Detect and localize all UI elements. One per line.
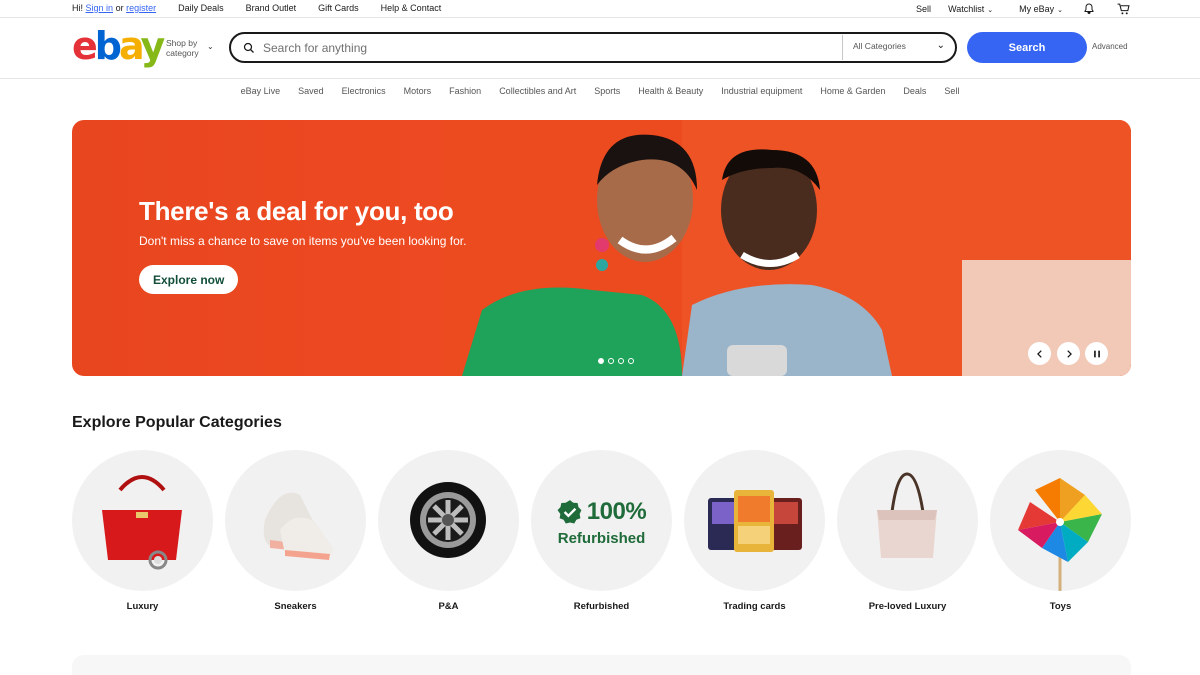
search-input[interactable] — [263, 39, 823, 56]
category-image — [72, 450, 213, 591]
nav-item-electronics[interactable]: Electronics — [333, 86, 395, 96]
nav-item-collectibles[interactable]: Collectibles and Art — [490, 86, 585, 96]
category-pa[interactable]: P&A — [378, 450, 519, 612]
category-sneakers[interactable]: Sneakers — [225, 450, 366, 612]
category-image — [225, 450, 366, 591]
top-utility-bar: Hi! Sign in or register Daily Deals Bran… — [0, 0, 1200, 18]
chevron-left-icon — [1036, 349, 1042, 358]
category-label: Toys — [1049, 601, 1072, 612]
carousel-dots — [598, 358, 634, 364]
bell-icon[interactable] — [1083, 3, 1095, 15]
explore-now-button[interactable]: Explore now — [139, 265, 239, 294]
nav-item-health-beauty[interactable]: Health & Beauty — [629, 86, 712, 96]
carousel-dot[interactable] — [608, 358, 614, 364]
shop-by-category-button[interactable]: Shop by category ⌄ — [166, 38, 214, 58]
chevron-down-icon: ⌄ — [1057, 7, 1063, 14]
hero-title: There's a deal for you, too — [139, 196, 454, 226]
category-label: Pre-loved Luxury — [868, 601, 947, 612]
carousel-dot[interactable] — [598, 358, 604, 364]
nav-item-fashion[interactable]: Fashion — [440, 86, 490, 96]
chevron-down-icon: ⌄ — [207, 42, 214, 51]
brand-outlet-link[interactable]: Brand Outlet — [246, 3, 297, 13]
watchlist-link[interactable]: Watchlist ⌄ — [948, 4, 993, 14]
carousel-dot[interactable] — [628, 358, 634, 364]
next-section-panel — [72, 655, 1131, 675]
sell-link[interactable]: Sell — [916, 4, 931, 14]
nav-item-sell[interactable]: Sell — [935, 86, 968, 96]
refurbished-badge: 100% Refurbished — [557, 498, 647, 547]
nav-item-home-garden[interactable]: Home & Garden — [811, 86, 894, 96]
category-nav: eBay Live Saved Electronics Motors Fashi… — [0, 86, 1200, 96]
category-refurbished[interactable]: 100% Refurbished Refurbished — [531, 450, 672, 612]
category-image — [990, 450, 1131, 591]
nav-item-industrial[interactable]: Industrial equipment — [712, 86, 811, 96]
carousel-prev-button[interactable] — [1028, 342, 1051, 365]
cart-icon[interactable] — [1117, 3, 1130, 15]
nav-item-ebay-live[interactable]: eBay Live — [232, 86, 290, 96]
category-image — [684, 450, 825, 591]
search-button[interactable]: Search — [967, 32, 1087, 63]
hero-photo — [442, 120, 1131, 376]
category-label: Refurbished — [573, 601, 630, 612]
category-label: P&A — [438, 601, 459, 612]
category-select[interactable]: All Categories ⌄ — [853, 40, 949, 51]
search-icon — [243, 41, 255, 59]
my-ebay-link[interactable]: My eBay ⌄ — [1019, 4, 1063, 14]
nav-item-motors[interactable]: Motors — [395, 86, 441, 96]
nav-item-saved[interactable]: Saved — [289, 86, 333, 96]
category-luxury[interactable]: Luxury — [72, 450, 213, 612]
gift-cards-link[interactable]: Gift Cards — [318, 3, 359, 13]
check-badge-icon — [557, 500, 582, 524]
ebay-logo[interactable]: ebay — [72, 26, 165, 66]
category-pre-loved-luxury[interactable]: Pre-loved Luxury — [837, 450, 978, 612]
carousel-next-button[interactable] — [1057, 342, 1080, 365]
search-bar: All Categories ⌄ — [229, 32, 957, 63]
greeting: Hi! Sign in or register — [72, 3, 157, 13]
chevron-down-icon: ⌄ — [987, 7, 994, 14]
category-image: 100% Refurbished — [531, 450, 672, 591]
hero-banner[interactable]: There's a deal for you, too Don't miss a… — [72, 120, 1131, 376]
header: ebay Shop by category ⌄ All Categories ⌄… — [0, 18, 1200, 79]
chevron-down-icon: ⌄ — [936, 40, 945, 51]
sign-in-link[interactable]: Sign in — [86, 3, 114, 13]
category-label: Trading cards — [723, 601, 786, 612]
advanced-search-link[interactable]: Advanced — [1092, 42, 1128, 51]
category-trading-cards[interactable]: Trading cards — [684, 450, 825, 612]
carousel-pause-button[interactable] — [1085, 342, 1108, 365]
nav-item-deals[interactable]: Deals — [894, 86, 935, 96]
category-image — [378, 450, 519, 591]
nav-item-sports[interactable]: Sports — [585, 86, 629, 96]
categories-title: Explore Popular Categories — [72, 414, 282, 431]
carousel-dot[interactable] — [618, 358, 624, 364]
search-divider — [842, 35, 843, 60]
category-image — [837, 450, 978, 591]
help-contact-link[interactable]: Help & Contact — [381, 3, 442, 13]
category-label: Luxury — [126, 601, 159, 612]
hero-subtitle: Don't miss a chance to save on items you… — [139, 234, 467, 248]
pause-icon — [1093, 350, 1100, 357]
category-label: Sneakers — [274, 601, 317, 612]
chevron-right-icon — [1066, 349, 1072, 358]
daily-deals-link[interactable]: Daily Deals — [178, 3, 224, 13]
register-link[interactable]: register — [126, 3, 156, 13]
categories-row: Luxury Sneakers P&A 100% Refurbished Ref… — [72, 450, 1132, 620]
category-toys[interactable]: Toys — [990, 450, 1131, 612]
